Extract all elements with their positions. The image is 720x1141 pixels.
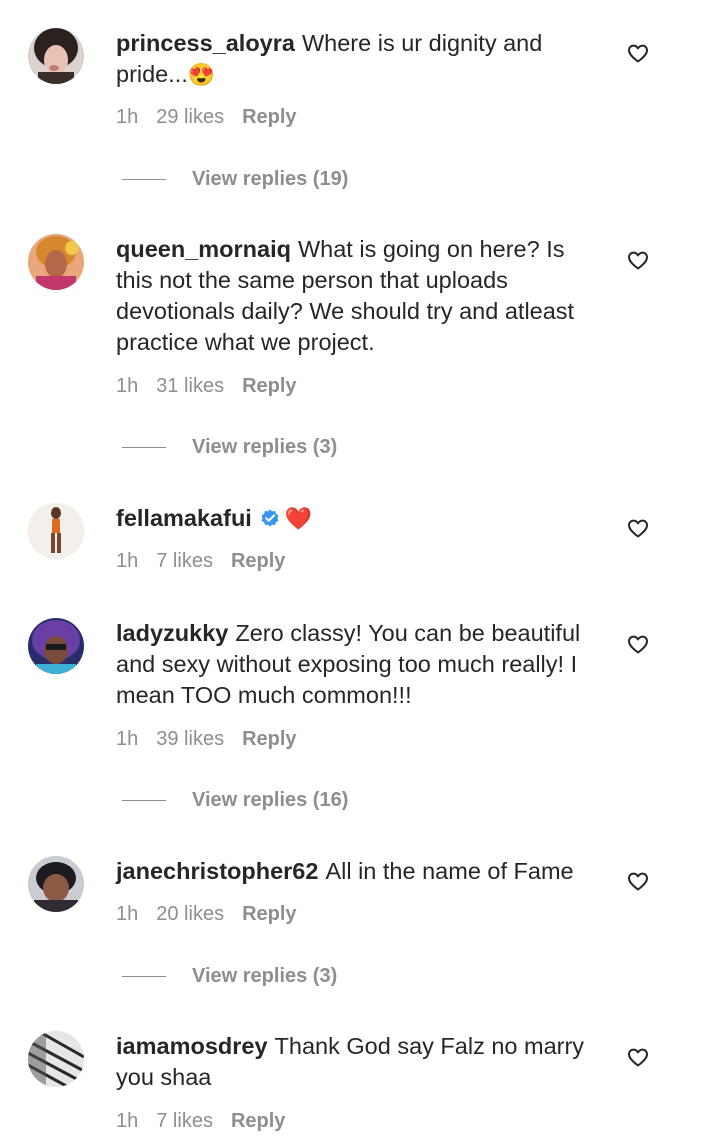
- like-count[interactable]: 31 likes: [156, 375, 224, 397]
- username-link[interactable]: janechristopher62: [116, 858, 318, 884]
- timestamp: 1h: [116, 1110, 139, 1132]
- divider-line: [122, 800, 166, 802]
- comment-meta: 1h 7 likes Reply: [116, 1109, 303, 1133]
- timestamp: 1h: [116, 728, 139, 750]
- reply-button[interactable]: Reply: [242, 903, 296, 925]
- reply-button[interactable]: Reply: [231, 550, 285, 572]
- comment-body: janechristopher62 All in the name of Fame: [116, 856, 606, 887]
- reply-button[interactable]: Reply: [242, 106, 296, 128]
- heart-eyes-emoji: 😍: [187, 62, 216, 87]
- view-replies-button[interactable]: View replies (3): [122, 435, 337, 459]
- comment-body: iamamosdrey Thank God say Falz no marry y…: [116, 1031, 606, 1093]
- reply-button[interactable]: Reply: [231, 1110, 285, 1132]
- verified-badge-icon: [261, 509, 279, 527]
- username-link[interactable]: queen_mornaiq: [116, 236, 291, 262]
- heart-outline-icon[interactable]: [626, 516, 650, 540]
- comment-meta: 1h 39 likes Reply: [116, 727, 315, 751]
- view-replies-button[interactable]: View replies (3): [122, 964, 337, 988]
- comment-body: fellamakafui ❤️: [116, 503, 606, 534]
- view-replies-button[interactable]: View replies (19): [122, 167, 348, 191]
- reply-button[interactable]: Reply: [242, 728, 296, 750]
- timestamp: 1h: [116, 375, 139, 397]
- like-count[interactable]: 39 likes: [156, 728, 224, 750]
- username-link[interactable]: ladyzukky: [116, 620, 228, 646]
- heart-outline-icon[interactable]: [626, 869, 650, 893]
- view-replies-label[interactable]: View replies (16): [192, 789, 348, 811]
- view-replies-label[interactable]: View replies (19): [192, 168, 348, 190]
- comment-body: ladyzukky Zero classy! You can be beautif…: [116, 618, 606, 711]
- heart-outline-icon[interactable]: [626, 41, 650, 65]
- like-count[interactable]: 7 likes: [156, 1110, 213, 1132]
- heart-outline-icon[interactable]: [626, 632, 650, 656]
- reply-button[interactable]: Reply: [242, 375, 296, 397]
- red-heart-emoji: ❤️: [284, 506, 313, 531]
- comment-body: princess_aloyra Where is ur dignity and p…: [116, 28, 606, 90]
- comment-meta: 1h 29 likes Reply: [116, 105, 315, 129]
- comment-text: All in the name of Fame: [325, 858, 574, 884]
- username-link[interactable]: fellamakafui: [116, 505, 252, 531]
- timestamp: 1h: [116, 903, 139, 925]
- comment-meta: 1h 31 likes Reply: [116, 374, 315, 398]
- avatar[interactable]: [28, 1031, 84, 1087]
- heart-outline-icon[interactable]: [626, 1045, 650, 1069]
- comment-meta: 1h 7 likes Reply: [116, 549, 303, 573]
- avatar[interactable]: [28, 234, 84, 290]
- like-count[interactable]: 7 likes: [156, 550, 213, 572]
- username-link[interactable]: princess_aloyra: [116, 30, 295, 56]
- avatar[interactable]: [28, 618, 84, 674]
- view-replies-label[interactable]: View replies (3): [192, 965, 337, 987]
- divider-line: [122, 976, 166, 978]
- username-link[interactable]: iamamosdrey: [116, 1033, 268, 1059]
- timestamp: 1h: [116, 550, 139, 572]
- avatar[interactable]: [28, 856, 84, 912]
- comment-meta: 1h 20 likes Reply: [116, 902, 315, 926]
- view-replies-label[interactable]: View replies (3): [192, 436, 337, 458]
- like-count[interactable]: 29 likes: [156, 106, 224, 128]
- divider-line: [122, 179, 166, 181]
- like-count[interactable]: 20 likes: [156, 903, 224, 925]
- divider-line: [122, 447, 166, 449]
- heart-outline-icon[interactable]: [626, 248, 650, 272]
- avatar[interactable]: [28, 503, 84, 559]
- timestamp: 1h: [116, 106, 139, 128]
- view-replies-button[interactable]: View replies (16): [122, 788, 348, 812]
- comment-body: queen_mornaiq What is going on here? Is t…: [116, 234, 606, 358]
- avatar[interactable]: [28, 28, 84, 84]
